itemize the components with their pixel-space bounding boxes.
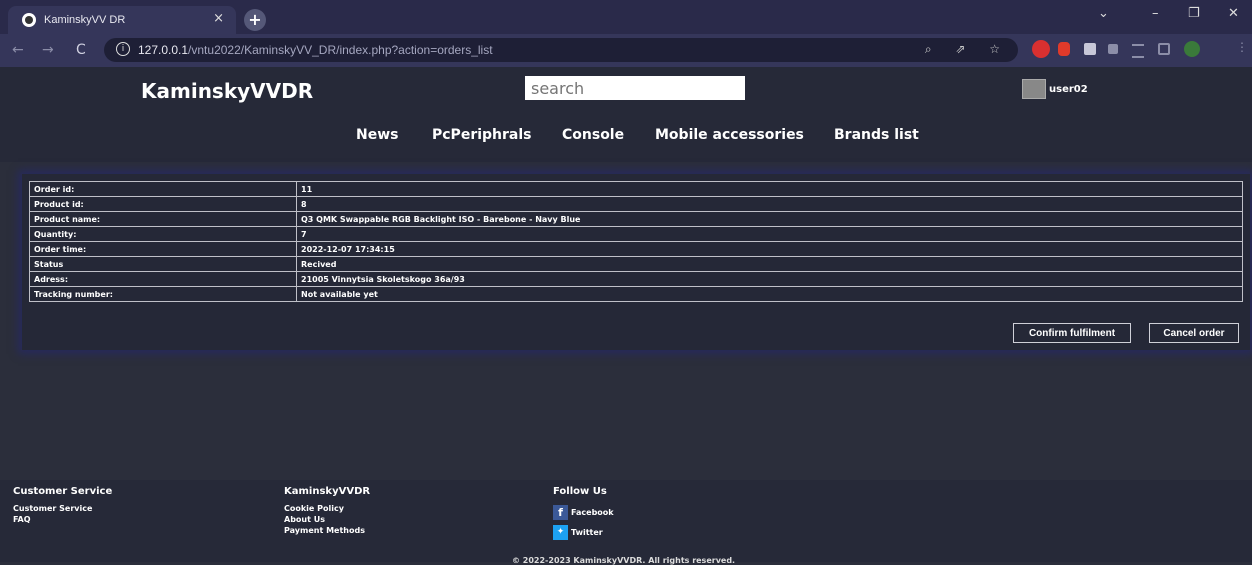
extension-square-icon[interactable] <box>1084 43 1096 55</box>
browser-menu-icon[interactable]: ⋮ <box>1236 40 1248 54</box>
twitter-link[interactable]: ✦ Twitter <box>553 524 614 540</box>
tab-close-icon[interactable]: × <box>213 11 224 26</box>
close-window-button[interactable]: ✕ <box>1228 6 1239 21</box>
nav-news[interactable]: News <box>356 127 398 143</box>
footer-heading: Customer Service <box>13 486 113 497</box>
table-row: Order id: 11 <box>29 181 1243 197</box>
address-url[interactable]: 127.0.0.1/vntu2022/KaminskyVV_DR/index.p… <box>138 43 493 57</box>
order-field-value: 21005 Vinnytsia Skoletskogo 36a/93 <box>296 271 1243 287</box>
order-field-label: Product id: <box>29 196 297 212</box>
nav-brands-list[interactable]: Brands list <box>834 127 919 143</box>
facebook-icon: f <box>553 504 568 520</box>
main-nav: News PcPeriphrals Console Mobile accesso… <box>0 111 1252 162</box>
footer-heading: KaminskyVVDR <box>284 486 371 497</box>
extension-hand-icon[interactable] <box>1058 42 1070 56</box>
omnibox-actions-icons[interactable]: ⌕ ⇗ ☆ <box>925 42 1010 57</box>
order-field-value: Q3 QMK Swappable RGB Backlight ISO - Bar… <box>296 211 1243 227</box>
order-field-label: Product name: <box>29 211 297 227</box>
order-field-label: Order id: <box>29 181 297 197</box>
table-row: Adress: 21005 Vinnytsia Skoletskogo 36a/9… <box>29 271 1243 287</box>
minimize-window-button[interactable]: – <box>1152 6 1159 21</box>
footer-link-faq[interactable]: FAQ <box>13 515 112 526</box>
tab-title: KaminskyVV DR <box>44 14 126 26</box>
tab-search-chevron-icon[interactable]: ⌄ <box>1098 6 1109 21</box>
site-footer: Customer Service Customer Service FAQ Ka… <box>0 480 1252 565</box>
browser-tab-bar: KaminskyVV DR × + ⌄ – ❐ ✕ <box>0 0 1252 34</box>
order-card: Order id: 11 Product id: 8 Product name: Q3… <box>22 174 1250 350</box>
order-field-label: Tracking number: <box>29 286 297 302</box>
browser-toolbar: ← → C i 127.0.0.1/vntu2022/KaminskyVV_DR… <box>0 34 1252 67</box>
footer-heading: Follow Us <box>553 486 607 497</box>
order-field-label: Order time: <box>29 241 297 257</box>
table-row: Product name: Q3 QMK Swappable RGB Backli… <box>29 211 1243 227</box>
footer-customer-service: Customer Service Customer Service FAQ <box>13 486 112 526</box>
back-button[interactable]: ← <box>12 42 24 58</box>
order-details-table: Order id: 11 Product id: 8 Product name: Q3… <box>29 181 1243 302</box>
reload-button[interactable]: C <box>76 42 86 58</box>
footer-follow-us: Follow Us f Facebook ✦ Twitter <box>553 486 614 540</box>
footer-link-about-us[interactable]: About Us <box>284 515 370 526</box>
order-field-label: Quantity: <box>29 226 297 242</box>
extensions-puzzle-icon[interactable] <box>1108 44 1118 54</box>
order-field-value: Not available yet <box>296 286 1243 302</box>
site-info-icon[interactable]: i <box>116 42 130 56</box>
copyright-text: © 2022-2023 KaminskyVVDR. All rights res… <box>512 556 736 565</box>
forward-button[interactable]: → <box>42 42 54 58</box>
order-field-label: Status <box>29 256 297 272</box>
table-row: Tracking number: Not available yet <box>29 286 1243 302</box>
twitter-label: Twitter <box>571 527 603 537</box>
new-tab-button[interactable]: + <box>244 9 266 31</box>
order-field-value: 2022-12-07 17:34:15 <box>296 241 1243 257</box>
url-host: 127.0.0.1 <box>138 43 189 57</box>
address-bar[interactable]: i 127.0.0.1/vntu2022/KaminskyVV_DR/index… <box>104 38 1018 62</box>
site-header: KaminskyVVDR user02 <box>0 67 1252 111</box>
nav-pcperipherals[interactable]: PcPeriphrals <box>432 127 532 143</box>
search-input[interactable] <box>525 76 745 100</box>
facebook-label: Facebook <box>571 507 614 517</box>
reading-list-icon[interactable] <box>1132 44 1144 58</box>
nav-mobile-accessories[interactable]: Mobile accessories <box>655 127 804 143</box>
nav-console[interactable]: Console <box>562 127 624 143</box>
site-logo[interactable]: KaminskyVVDR <box>141 79 313 103</box>
order-field-value: 7 <box>296 226 1243 242</box>
side-panel-icon[interactable] <box>1158 43 1170 55</box>
footer-link-cookie-policy[interactable]: Cookie Policy <box>284 504 370 515</box>
confirm-fulfilment-button[interactable]: Confirm fulfilment <box>1013 323 1131 343</box>
facebook-link[interactable]: f Facebook <box>553 504 614 520</box>
user-profile[interactable]: user02 <box>1022 79 1088 99</box>
extension-red-icon[interactable] <box>1032 40 1050 58</box>
order-field-value: Recived <box>296 256 1243 272</box>
table-row: Order time: 2022-12-07 17:34:15 <box>29 241 1243 257</box>
footer-link-customer-service[interactable]: Customer Service <box>13 504 112 515</box>
profile-avatar-icon[interactable] <box>1184 41 1200 57</box>
browser-tab[interactable]: KaminskyVV DR × <box>8 6 236 34</box>
footer-company: KaminskyVVDR Cookie Policy About Us Paym… <box>284 486 370 537</box>
order-field-value: 8 <box>296 196 1243 212</box>
order-field-value: 11 <box>296 181 1243 197</box>
avatar[interactable] <box>1022 79 1046 99</box>
site-favicon-icon <box>22 13 36 27</box>
maximize-window-button[interactable]: ❐ <box>1188 6 1200 21</box>
cancel-order-button[interactable]: Cancel order <box>1149 323 1239 343</box>
footer-link-payment-methods[interactable]: Payment Methods <box>284 526 370 537</box>
order-field-label: Adress: <box>29 271 297 287</box>
url-path: /vntu2022/KaminskyVV_DR/index.php?action… <box>188 43 493 57</box>
username[interactable]: user02 <box>1049 84 1088 95</box>
twitter-icon: ✦ <box>553 524 568 540</box>
table-row: Product id: 8 <box>29 196 1243 212</box>
table-row: Status Recived <box>29 256 1243 272</box>
table-row: Quantity: 7 <box>29 226 1243 242</box>
